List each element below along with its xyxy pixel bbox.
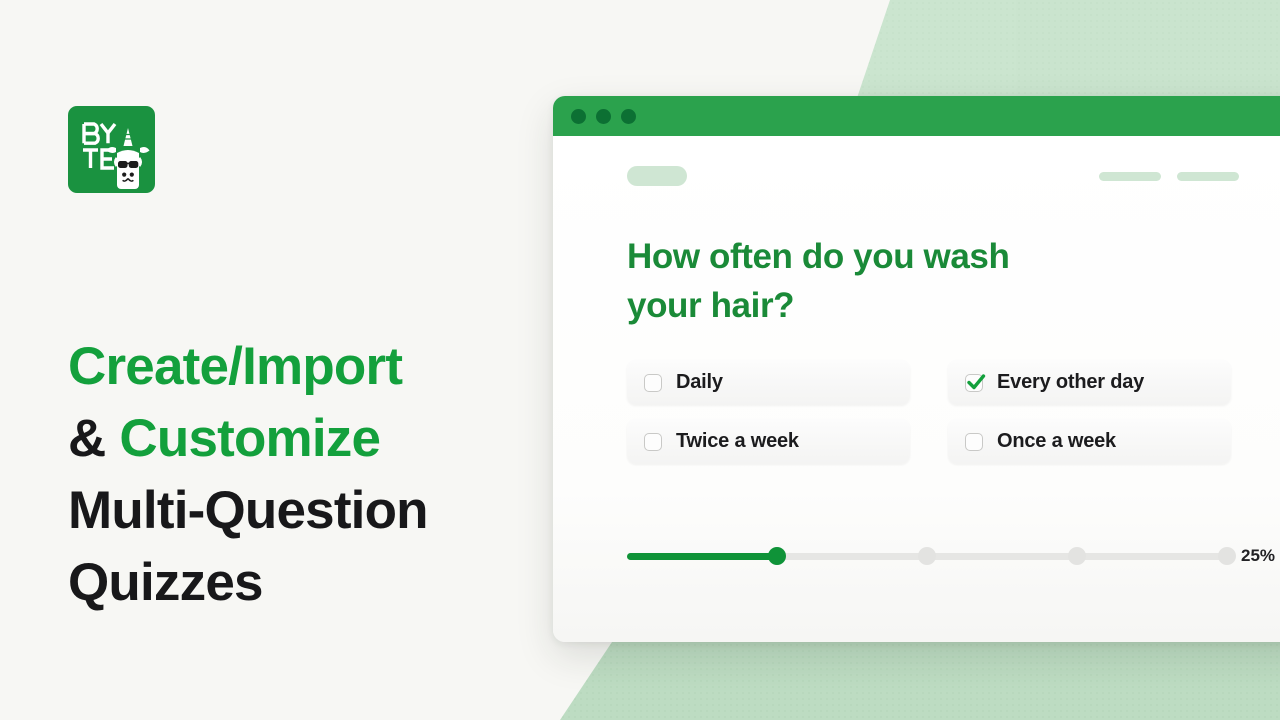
progress-node-25[interactable] <box>768 547 786 565</box>
llama-with-sunglasses-icon <box>82 122 150 189</box>
option-once-a-week[interactable]: Once a week <box>948 419 1231 464</box>
close-dot-icon[interactable] <box>571 108 586 124</box>
headline-line-4: Quizzes <box>68 553 263 612</box>
option-label: Once a week <box>997 430 1116 452</box>
right-placeholder-chips <box>1099 171 1239 181</box>
headline-line-3: Multi-Question <box>68 481 429 540</box>
maximize-dot-icon[interactable] <box>621 108 636 124</box>
check-icon <box>967 373 986 389</box>
progress-node-75[interactable] <box>1068 547 1086 565</box>
option-daily[interactable]: Daily <box>627 360 910 405</box>
placeholder-chip-2 <box>1177 171 1239 181</box>
option-twice-a-week[interactable]: Twice a week <box>627 419 910 464</box>
option-label: Daily <box>676 371 723 393</box>
quiz-window: How often do you wash your hair? Daily E… <box>553 96 1280 642</box>
option-label: Every other day <box>997 371 1145 393</box>
window-titlebar <box>553 96 1280 136</box>
toolbar-placeholders <box>627 136 1239 186</box>
progress-track[interactable] <box>627 547 1236 565</box>
checkbox-every-other-day[interactable] <box>965 373 986 392</box>
marketing-panel: Create/Import & Customize Multi-Question… <box>0 0 553 720</box>
progress-percent-label: 25% <box>1241 546 1276 565</box>
minimize-dot-icon[interactable] <box>596 108 611 124</box>
quiz-question: How often do you wash your hair? <box>627 237 1010 325</box>
option-every-other-day[interactable]: Every other day <box>948 360 1231 405</box>
option-label: Twice a week <box>676 430 799 452</box>
logo-placeholder-chip <box>627 166 687 186</box>
headline-line-2-accent: Customize <box>119 409 381 468</box>
headline-line-2-prefix: & <box>68 409 120 468</box>
background-shape-bottom <box>560 642 1280 720</box>
quiz-progress: 25% <box>627 546 1280 566</box>
headline-line-1: Create/Import <box>68 337 403 396</box>
checkbox-twice-a-week[interactable] <box>644 432 662 451</box>
byte-logo <box>68 106 155 193</box>
placeholder-chip-1 <box>1099 171 1161 181</box>
checkbox-once-a-week[interactable] <box>965 432 983 451</box>
progress-node-50[interactable] <box>918 547 936 565</box>
checkbox-daily[interactable] <box>644 373 662 392</box>
quiz-content: How often do you wash your hair? Daily E… <box>553 136 1280 642</box>
quiz-options-grid: Daily Every other day Twice a week Once … <box>627 360 1239 464</box>
page-headline: Create/Import & Customize Multi-Question… <box>68 331 538 619</box>
progress-node-100[interactable] <box>1218 547 1236 565</box>
progress-fill <box>627 552 777 560</box>
